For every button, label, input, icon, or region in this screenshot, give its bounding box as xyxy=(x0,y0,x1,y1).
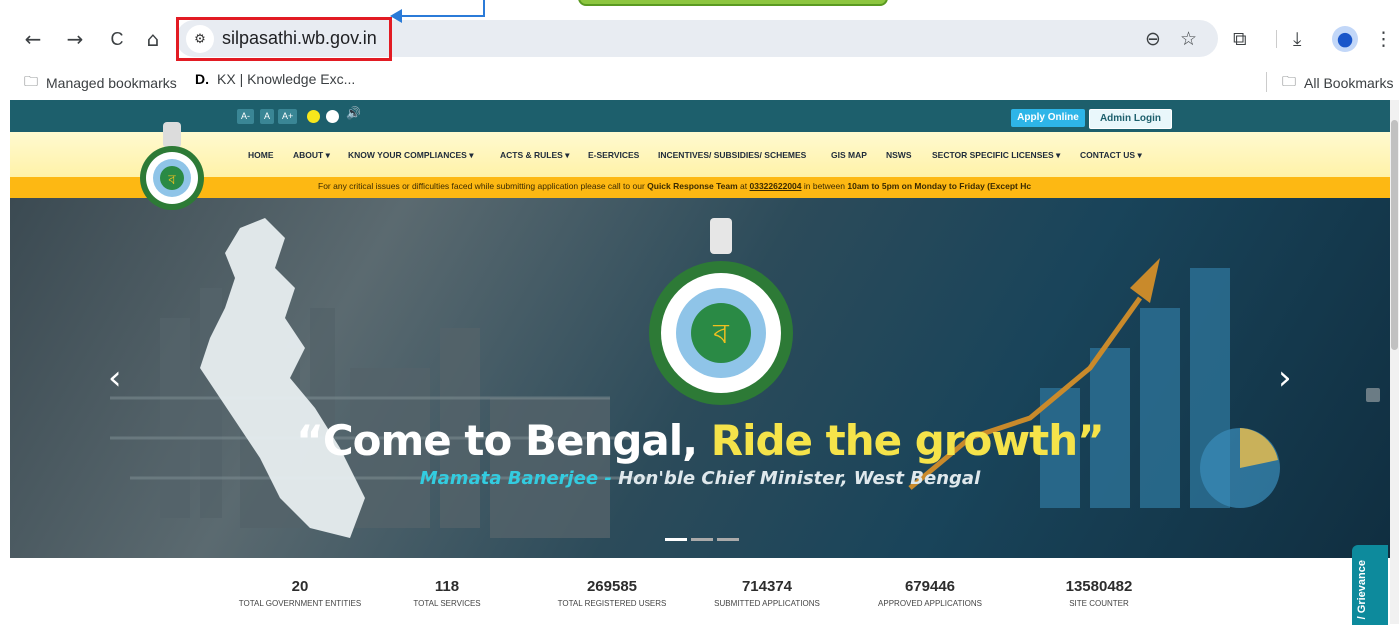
hero-attribution: Mamata Banerjee - Hon'ble Chief Minister… xyxy=(10,468,1390,489)
browser-menu-icon[interactable]: ⋮ xyxy=(1374,26,1393,52)
stat-value: 13580482 xyxy=(1065,578,1133,595)
back-button[interactable]: ← xyxy=(20,26,46,52)
speaker-icon[interactable]: 🔊 xyxy=(346,106,361,120)
nav-home[interactable]: HOME xyxy=(248,150,274,160)
west-bengal-map-icon xyxy=(200,218,365,538)
nav-about[interactable]: ABOUT ▾ xyxy=(293,150,330,161)
annotation-callout xyxy=(578,0,888,6)
home-button[interactable]: ⌂ xyxy=(140,26,166,52)
high-contrast-white-toggle[interactable] xyxy=(326,110,339,123)
grievance-label[interactable]: / Grievance xyxy=(1356,560,1368,619)
notice-hours: 10am to 5pm on Monday to Friday (Except … xyxy=(847,181,1032,191)
nav-incentives[interactable]: INCENTIVES/ SUBSIDIES/ SCHEMES xyxy=(658,150,806,160)
nav-gis-map[interactable]: GIS MAP xyxy=(831,150,867,160)
bookmark-label: All Bookmarks xyxy=(1304,75,1394,91)
site-logo-icon[interactable]: ব xyxy=(128,122,216,210)
stat-value: 679446 xyxy=(904,578,956,595)
notice-team: Quick Response Team xyxy=(647,181,738,191)
stat-label: APPROVED APPLICATIONS xyxy=(878,599,982,608)
bookmark-label: Managed bookmarks xyxy=(46,75,177,91)
hero-quote: “Come to Bengal, Ride the growth” xyxy=(10,416,1390,465)
stat-value: 269585 xyxy=(586,578,638,595)
hero-quote-part1: “Come to Bengal, xyxy=(296,416,711,465)
notice-text: For any critical issues or difficulties … xyxy=(318,181,648,191)
annotation-arrow-icon xyxy=(390,9,402,23)
bookmark-all[interactable]: 🗀 All Bookmarks xyxy=(1282,71,1393,95)
toolbar-separator xyxy=(1276,30,1277,48)
zoom-icon[interactable]: ⊖ xyxy=(1145,26,1161,52)
hero-attribution-name: Mamata Banerjee - xyxy=(419,468,612,489)
font-decrease-button[interactable]: A- xyxy=(237,109,254,124)
kx-favicon-icon: D. xyxy=(195,71,209,87)
state-emblem-icon: ব xyxy=(649,218,793,405)
notice-marquee: For any critical issues or difficulties … xyxy=(318,181,1031,191)
carousel-next-icon[interactable]: › xyxy=(1278,358,1292,398)
stat-label: SITE COUNTER xyxy=(1069,599,1129,608)
url-highlight-box xyxy=(176,17,392,61)
folder-managed-icon: 🗀 xyxy=(24,74,38,90)
stat-submitted-applications: 714374 SUBMITTED APPLICATIONS xyxy=(692,578,842,608)
stat-approved-applications: 679446 APPROVED APPLICATIONS xyxy=(855,578,1005,608)
extensions-icon[interactable]: ⧉ xyxy=(1233,26,1247,52)
stat-government-entities: 20 TOTAL GOVERNMENT ENTITIES xyxy=(225,578,375,608)
folder-icon: 🗀 xyxy=(1282,74,1296,90)
nav-e-services[interactable]: E-SERVICES xyxy=(588,150,639,160)
stat-registered-users: 269585 TOTAL REGISTERED USERS xyxy=(537,578,687,608)
bookmarks-separator xyxy=(1266,72,1267,92)
reload-button[interactable]: C xyxy=(104,26,130,52)
nav-contact-us[interactable]: CONTACT US ▾ xyxy=(1080,150,1142,161)
bookmark-managed[interactable]: 🗀 Managed bookmarks xyxy=(24,71,177,95)
carousel-prev-icon[interactable]: ‹ xyxy=(108,358,122,398)
hero-quote-part2: Ride the growth” xyxy=(710,416,1105,465)
site-top-bar xyxy=(10,100,1390,132)
bookmark-label: KX | Knowledge Exc... xyxy=(217,71,356,87)
stat-label: TOTAL SERVICES xyxy=(413,599,481,608)
page-viewport: A- A A+ 🔊 Apply Online Admin Login HOME … xyxy=(10,100,1390,624)
nav-compliances[interactable]: KNOW YOUR COMPLIANCES ▾ xyxy=(348,150,473,161)
stat-label: TOTAL REGISTERED USERS xyxy=(557,599,667,608)
download-icon[interactable]: ⤓ xyxy=(1293,26,1301,52)
annotation-line xyxy=(400,15,485,17)
notice-text: at xyxy=(737,181,750,191)
hero-background: ব xyxy=(110,218,1280,541)
hero-carousel: ব “Come to Bengal, Ride the growth” Mama… xyxy=(10,198,1390,558)
notice-text: in between xyxy=(801,181,848,191)
stat-label: SUBMITTED APPLICATIONS xyxy=(714,599,820,608)
admin-login-button[interactable]: Admin Login xyxy=(1089,109,1172,129)
stat-value: 20 xyxy=(291,578,309,595)
stat-site-counter: 13580482 SITE COUNTER xyxy=(1024,578,1174,608)
stat-value: 714374 xyxy=(741,578,793,595)
profile-avatar-icon[interactable]: ● xyxy=(1332,26,1358,52)
nav-acts-rules[interactable]: ACTS & RULES ▾ xyxy=(500,150,569,161)
bookmark-kx[interactable]: D. KX | Knowledge Exc... xyxy=(195,71,355,87)
svg-text:ব: ব xyxy=(712,317,729,350)
stat-label: TOTAL GOVERNMENT ENTITIES xyxy=(238,599,362,608)
font-normal-button[interactable]: A xyxy=(260,109,275,124)
font-increase-button[interactable]: A+ xyxy=(278,109,298,124)
nav-sector-licenses[interactable]: SECTOR SPECIFIC LICENSES ▾ xyxy=(932,150,1060,161)
bookmark-star-icon[interactable]: ☆ xyxy=(1180,26,1197,52)
forward-button[interactable]: → xyxy=(62,26,88,52)
nav-nsws[interactable]: NSWS xyxy=(886,150,912,160)
stat-value: 118 xyxy=(434,578,460,595)
scrollbar-thumb[interactable] xyxy=(1391,120,1398,350)
high-contrast-yellow-toggle[interactable] xyxy=(307,110,320,123)
notice-phone[interactable]: 03322622004 xyxy=(750,181,802,191)
side-widget-icon[interactable] xyxy=(1366,388,1380,402)
svg-text:ব: ব xyxy=(167,173,176,188)
stat-total-services: 118 TOTAL SERVICES xyxy=(372,578,522,608)
apply-online-button[interactable]: Apply Online xyxy=(1011,109,1085,127)
hero-attribution-rest: Hon'ble Chief Minister, West Bengal xyxy=(611,468,981,489)
